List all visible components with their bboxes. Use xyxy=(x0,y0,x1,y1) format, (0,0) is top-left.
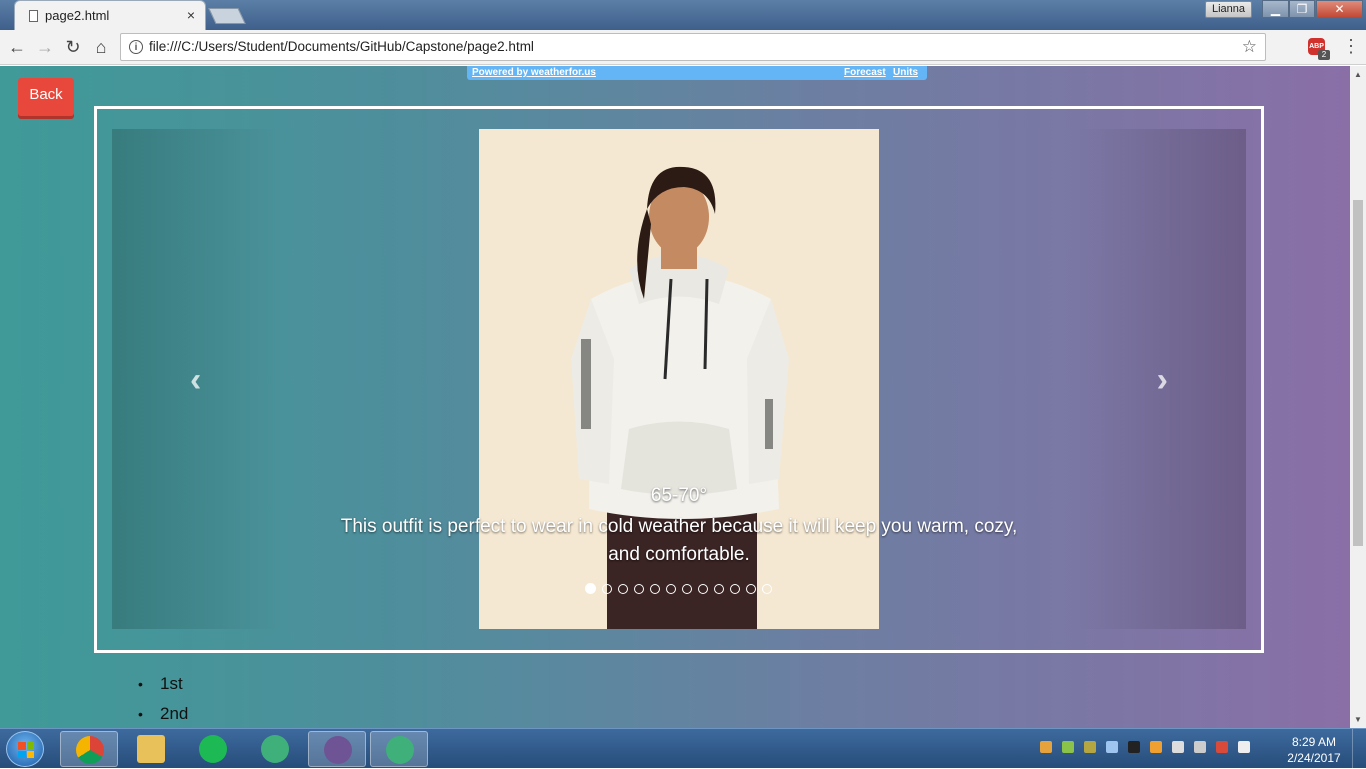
temperature-range: 65-70° xyxy=(650,485,708,506)
list-item: 2nd xyxy=(138,702,188,728)
carousel-indicator-dot[interactable] xyxy=(634,584,644,594)
network-warning-icon[interactable] xyxy=(1216,741,1228,753)
tab-page2[interactable]: page2.html × xyxy=(14,0,206,30)
tray-app-icon[interactable] xyxy=(1128,741,1140,753)
maximize-button[interactable]: ❐ xyxy=(1289,0,1315,18)
adblock-count-badge: 2 xyxy=(1318,50,1330,60)
carousel-indicator-dot[interactable] xyxy=(602,584,612,594)
carousel-indicator-dot[interactable] xyxy=(650,584,660,594)
address-bar[interactable]: i file:///C:/Users/Student/Documents/Git… xyxy=(120,33,1266,61)
units-link[interactable]: Units xyxy=(893,67,918,78)
chrome-icon xyxy=(76,736,104,764)
clock-time: 8:29 AM xyxy=(1291,735,1337,749)
outfit-description: This outfit is perfect to wear in cold w… xyxy=(340,516,1018,565)
close-window-button[interactable]: ✕ xyxy=(1316,0,1363,18)
battery-icon[interactable] xyxy=(1172,741,1184,753)
taskbar-spotify[interactable] xyxy=(184,731,242,767)
volume-muted-icon[interactable] xyxy=(1194,741,1206,753)
tab-close-icon[interactable]: × xyxy=(187,7,195,23)
file-explorer-icon xyxy=(137,735,165,763)
start-button[interactable] xyxy=(6,731,44,767)
taskbar-github-desktop[interactable] xyxy=(308,731,366,767)
back-button[interactable]: Back xyxy=(18,78,74,116)
scrollbar-thumb[interactable] xyxy=(1353,200,1363,546)
wifi-signal-icon[interactable] xyxy=(1238,741,1250,753)
atom-icon xyxy=(261,735,289,763)
back-arrow-icon[interactable]: ← xyxy=(6,36,28,58)
system-clock[interactable]: 8:29 AM 2/24/2017 xyxy=(1284,734,1344,766)
tray-app-icon[interactable] xyxy=(1062,741,1074,753)
carousel-indicator-dot[interactable] xyxy=(714,584,724,594)
carousel-indicator-dot[interactable] xyxy=(682,584,692,594)
carousel-indicator-dot[interactable] xyxy=(666,584,676,594)
weather-widget: Powered by weatherfor.us Forecast Units xyxy=(467,66,927,80)
taskbar-chrome[interactable] xyxy=(60,731,118,767)
clock-date: 2/24/2017 xyxy=(1287,751,1341,765)
action-center-icon[interactable] xyxy=(1150,741,1162,753)
carousel-indicator-dot[interactable] xyxy=(618,584,628,594)
github-desktop-icon xyxy=(324,736,352,764)
tab-title: page2.html xyxy=(45,8,110,23)
reload-icon[interactable]: ↻ xyxy=(62,36,84,58)
carousel-indicator-dot[interactable] xyxy=(585,583,596,594)
carousel-indicators xyxy=(585,581,778,599)
spotify-icon xyxy=(199,735,227,763)
document-icon xyxy=(29,10,38,22)
profile-button[interactable]: Lianna xyxy=(1205,1,1252,18)
taskbar-atom[interactable] xyxy=(246,731,304,767)
chevron-left-icon[interactable]: ‹ xyxy=(190,361,201,400)
carousel-indicator-dot[interactable] xyxy=(730,584,740,594)
page-viewport: Powered by weatherfor.us Forecast Units … xyxy=(0,66,1350,728)
tray-app-icon[interactable] xyxy=(1084,741,1096,753)
carousel-caption: 65-70° This outfit is perfect to wear in… xyxy=(112,485,1246,569)
windows-taskbar: 8:29 AM 2/24/2017 xyxy=(0,728,1366,769)
home-icon[interactable]: ⌂ xyxy=(90,36,112,58)
outfit-list: 1st 2nd xyxy=(138,672,188,728)
browser-titlebar: page2.html × Lianna ▁ ❐ ✕ xyxy=(0,0,1366,30)
carousel-indicator-dot[interactable] xyxy=(698,584,708,594)
outfit-carousel: ‹ › 65-70° This outfit is perfect to wea… xyxy=(112,129,1246,629)
bluetooth-icon[interactable] xyxy=(1106,741,1118,753)
scroll-up-icon[interactable]: ▲ xyxy=(1350,70,1366,79)
chrome-menu-icon[interactable]: ⋮ xyxy=(1342,36,1360,57)
taskbar-atom-2[interactable] xyxy=(370,731,428,767)
bookmark-star-icon[interactable]: ☆ xyxy=(1242,37,1257,57)
scroll-down-icon[interactable]: ▼ xyxy=(1350,715,1366,724)
vertical-scrollbar[interactable]: ▲ ▼ xyxy=(1350,66,1366,728)
show-desktop-button[interactable] xyxy=(1352,729,1366,769)
carousel-indicator-dot[interactable] xyxy=(762,584,772,594)
list-item: 1st xyxy=(138,672,188,702)
browser-toolbar: ← → ↻ ⌂ i file:///C:/Users/Student/Docum… xyxy=(0,30,1366,65)
url-text[interactable]: file:///C:/Users/Student/Documents/GitHu… xyxy=(149,39,534,54)
info-icon[interactable]: i xyxy=(129,40,143,54)
minimize-button[interactable]: ▁ xyxy=(1262,0,1289,18)
chevron-right-icon[interactable]: › xyxy=(1157,361,1168,400)
forecast-link[interactable]: Forecast xyxy=(844,67,886,78)
taskbar-file-explorer[interactable] xyxy=(122,731,180,767)
new-tab-button[interactable] xyxy=(208,8,246,24)
tray-app-icon[interactable] xyxy=(1040,741,1052,753)
powered-by-link[interactable]: Powered by weatherfor.us xyxy=(472,67,596,78)
system-tray xyxy=(1040,741,1260,756)
windows-logo-icon xyxy=(18,742,34,758)
forward-arrow-icon[interactable]: → xyxy=(34,36,56,58)
carousel-indicator-dot[interactable] xyxy=(746,584,756,594)
atom-icon xyxy=(386,736,414,764)
